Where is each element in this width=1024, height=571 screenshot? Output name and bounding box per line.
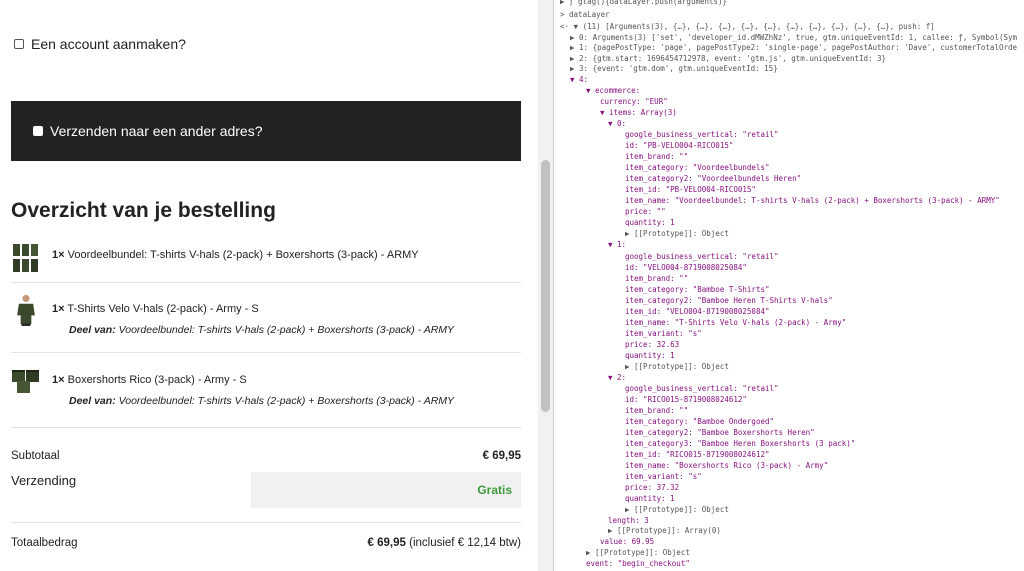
divider xyxy=(11,427,521,428)
console-line: item_variant: "s" xyxy=(625,329,702,338)
console-line: item_category: "Bamboe T-Shirts" xyxy=(625,285,770,294)
item-qty: 1× xyxy=(52,249,65,261)
console-line: id: "RICO015-8719008024612" xyxy=(625,395,747,404)
console-line: item_id: "VELO004-8719008025084" xyxy=(625,307,770,316)
console-line: item_brand: "" xyxy=(625,152,689,161)
total-label: Totaalbedrag xyxy=(11,537,78,549)
part-of-label: Deel van: xyxy=(69,324,116,336)
subtotal-label: Subtotaal xyxy=(11,450,60,462)
boxershorts-product-image xyxy=(12,370,39,393)
console-line: google_business_vertical: "retail" xyxy=(625,384,779,393)
console-line[interactable]: ▼ ecommerce: xyxy=(586,86,640,96)
console-line: google_business_vertical: "retail" xyxy=(625,130,779,139)
order-item-line: 1× Boxershorts Rico (3-pack) - Army - S xyxy=(52,374,247,386)
console-line: item_category2: "Voordeelbundels Heren" xyxy=(625,174,802,183)
bundle-product-image xyxy=(13,244,38,272)
total-value: € 69,95 xyxy=(367,537,406,549)
console-line[interactable]: ▶ [[Prototype]]: Object xyxy=(625,229,729,239)
console-line[interactable]: ▼ 0: xyxy=(608,119,626,129)
console-line[interactable]: ▼ 4: xyxy=(570,75,588,85)
console-line[interactable]: ▶ 2: {gtm.start: 1696454712978, event: '… xyxy=(570,54,886,64)
divider xyxy=(11,282,521,283)
item-qty: 1× xyxy=(52,374,65,386)
console-line: item_category2: "Bamboe Boxershorts Here… xyxy=(625,428,815,437)
console-line[interactable]: ▶ 0: Arguments(3) ['set', 'developer_id.… xyxy=(570,33,1017,43)
item-name: Voordeelbundel: T-shirts V-hals (2-pack)… xyxy=(67,249,419,261)
checkout-panel: Een account aanmaken? Verzenden naar een… xyxy=(0,0,530,571)
console-line: item_name: "T-Shirts Velo V-hals (2-pack… xyxy=(625,318,847,327)
console-line: item_brand: "" xyxy=(625,406,689,415)
console-line: item_brand: "" xyxy=(625,274,689,283)
ship-different-checkbox[interactable] xyxy=(33,126,43,136)
ship-different-label: Verzenden naar een ander adres? xyxy=(50,123,263,139)
ship-different-box: Verzenden naar een ander adres? xyxy=(11,101,521,161)
ship-different-checkbox-row[interactable]: Verzenden naar een ander adres? xyxy=(33,123,263,139)
console-line[interactable]: ▶ [[Prototype]]: Object xyxy=(625,505,729,515)
order-item: 1× Boxershorts Rico (3-pack) - Army - S … xyxy=(11,360,521,412)
console-line: item_name: "Boxershorts Rico (3-pack) - … xyxy=(625,461,829,470)
console-line: price: 37.32 xyxy=(625,483,680,492)
create-account-label: Een account aanmaken? xyxy=(31,36,186,52)
console-line: length: 3 xyxy=(608,516,649,525)
shipping-value: Gratis xyxy=(477,483,512,497)
shipping-label: Verzending xyxy=(11,473,77,488)
console-line: currency: "EUR" xyxy=(600,97,668,106)
console-line[interactable]: ▶ [[Prototype]]: Object xyxy=(586,548,690,558)
console-line: item_variant: "s" xyxy=(625,472,702,481)
divider xyxy=(11,522,521,523)
console-line[interactable]: ▶ [[Prototype]]: Array(0) xyxy=(608,526,721,536)
total-value-row: € 69,95 (inclusief € 12,14 btw) xyxy=(368,537,521,549)
part-of-value: Voordeelbundel: T-shirts V-hals (2-pack)… xyxy=(118,324,455,336)
create-account-checkbox-row[interactable]: Een account aanmaken? xyxy=(14,36,186,52)
create-account-checkbox[interactable] xyxy=(14,39,24,49)
item-qty: 1× xyxy=(52,303,65,315)
console-line[interactable]: ▼ items: Array(3) xyxy=(600,108,677,118)
console-line: google_business_vertical: "retail" xyxy=(625,252,779,261)
console-line: value: 69.95 xyxy=(600,537,655,546)
order-item-line: 1× T-Shirts Velo V-hals (2-pack) - Army … xyxy=(52,303,259,315)
console-line: item_category2: "Bamboe Heren T-Shirts V… xyxy=(625,296,833,305)
console-line[interactable]: ▼ 1: xyxy=(608,240,626,250)
console-line[interactable]: ▼ 2: xyxy=(608,373,626,383)
console-line: item_category3: "Bamboe Heren Boxershort… xyxy=(625,439,856,448)
console-line: id: "PB-VELO004-RICO015" xyxy=(625,141,734,150)
console-line[interactable]: ▶ 3: {event: 'gtm.dom', gtm.uniqueEventI… xyxy=(570,64,778,74)
console-line[interactable]: ▶ 1: {pagePostType: 'page', pagePostType… xyxy=(570,43,1017,53)
item-part-of: Deel van: Voordeelbundel: T-shirts V-hal… xyxy=(69,395,454,407)
page-scrollbar[interactable] xyxy=(538,0,553,571)
console-line: price: "" xyxy=(625,207,666,216)
console-line[interactable]: <· ▼ (11) [Arguments(3), {…}, {…}, {…}, … xyxy=(560,22,935,32)
part-of-value: Voordeelbundel: T-shirts V-hals (2-pack)… xyxy=(118,395,455,407)
item-name: T-Shirts Velo V-hals (2-pack) - Army - S xyxy=(67,303,259,315)
part-of-label: Deel van: xyxy=(69,395,116,407)
console-line: price: 32.63 xyxy=(625,340,680,349)
order-item-line: 1× Voordeelbundel: T-shirts V-hals (2-pa… xyxy=(52,249,419,261)
subtotal-value: € 69,95 xyxy=(482,450,521,462)
divider xyxy=(11,352,521,353)
order-item: 1× T-Shirts Velo V-hals (2-pack) - Army … xyxy=(11,292,521,344)
console-line: quantity: 1 xyxy=(625,351,675,360)
console-line: item_id: "PB-VELO004-RICO015" xyxy=(625,185,756,194)
console-line: item_category: "Voordeelbundels" xyxy=(625,163,770,172)
console-line: item_name: "Voordeelbundel: T-shirts V-h… xyxy=(625,196,1000,205)
console-line: > dataLayer xyxy=(560,10,610,19)
shipping-box: Gratis xyxy=(251,472,521,508)
item-part-of: Deel van: Voordeelbundel: T-shirts V-hal… xyxy=(69,324,454,336)
console-line[interactable]: ▶ ƒ gtag(){dataLayer.push(arguments)} xyxy=(560,0,727,7)
total-tax-note: (inclusief € 12,14 btw) xyxy=(409,537,521,549)
console-line: quantity: 1 xyxy=(625,494,675,503)
item-name: Boxershorts Rico (3-pack) - Army - S xyxy=(67,374,247,386)
console-line: item_id: "RICO015-8719008024612" xyxy=(625,450,770,459)
console-line: id: "VELO004-8719008025084" xyxy=(625,263,747,272)
scrollbar-thumb[interactable] xyxy=(541,160,550,412)
order-summary-title: Overzicht van je bestelling xyxy=(11,199,276,222)
console-line: event: "begin_checkout" xyxy=(586,559,690,568)
console-line: quantity: 1 xyxy=(625,218,675,227)
devtools-console: ▶ ƒ gtag(){dataLayer.push(arguments)} > d… xyxy=(554,0,1024,571)
console-line[interactable]: ▶ [[Prototype]]: Object xyxy=(625,362,729,372)
tshirt-product-image xyxy=(17,294,35,326)
order-item: 1× Voordeelbundel: T-shirts V-hals (2-pa… xyxy=(11,238,521,278)
console-line: item_category: "Bamboe Ondergoed" xyxy=(625,417,775,426)
